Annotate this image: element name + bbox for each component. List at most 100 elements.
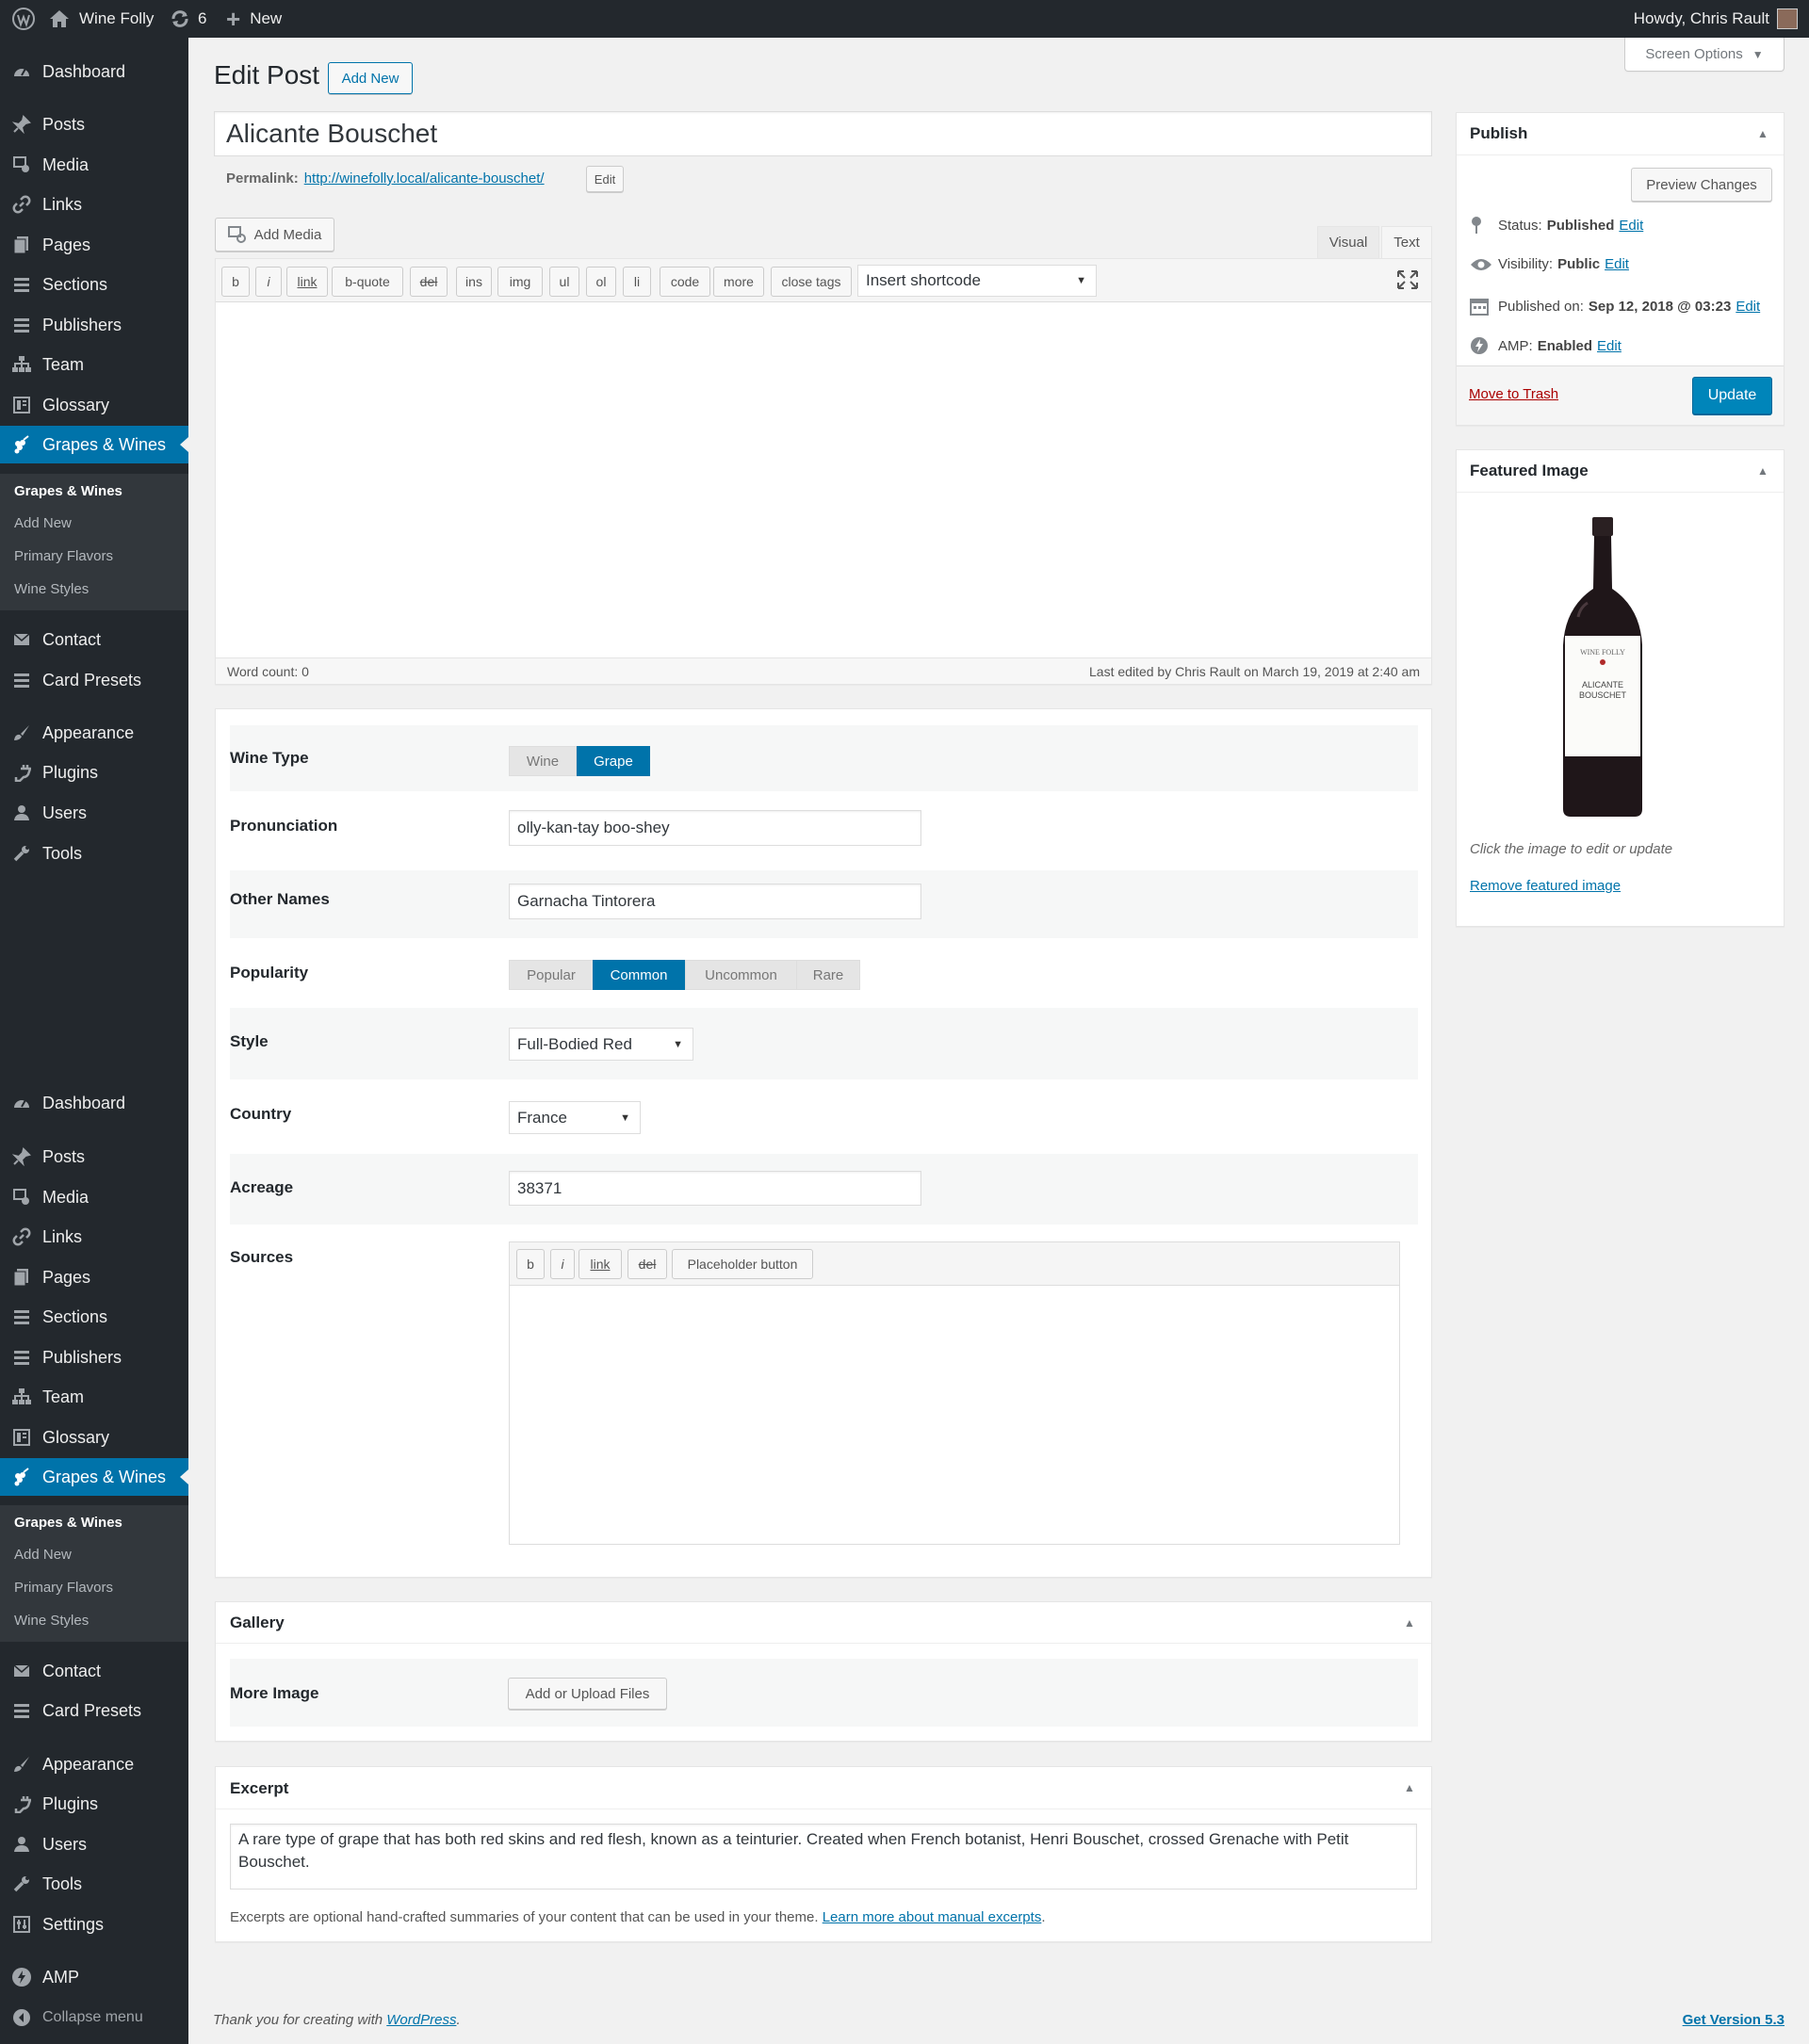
sources-tag-link-button[interactable]: link — [579, 1249, 622, 1279]
sidebar-item-card-presets[interactable]: Card Presets — [0, 661, 188, 699]
popularity-uncommon[interactable]: Uncommon — [685, 960, 797, 990]
excerpt-help-link[interactable]: Learn more about manual excerpts — [823, 1909, 1042, 1925]
fullscreen-icon[interactable] — [1396, 269, 1419, 295]
sidebar-item-publishers[interactable]: Publishers — [0, 306, 188, 344]
popularity-popular[interactable]: Popular — [509, 960, 594, 990]
quicktag-img-button[interactable]: img — [497, 267, 543, 297]
sidebar-item-users[interactable]: Users — [0, 794, 188, 832]
sidebar-item-card-presets[interactable]: Card Presets — [0, 1692, 188, 1729]
move-to-trash-link[interactable]: Move to Trash — [1469, 386, 1558, 402]
sidebar-item-dashboard[interactable]: Dashboard — [0, 53, 188, 90]
excerpt-textarea[interactable]: A rare type of grape that has both red s… — [230, 1824, 1417, 1890]
collapse-arrow-icon[interactable]: ▲ — [1757, 464, 1768, 478]
country-select[interactable]: France ▼ — [509, 1101, 641, 1134]
sidebar-item-sections[interactable]: Sections — [0, 1298, 188, 1336]
quicktag-del-button[interactable]: del — [410, 267, 448, 297]
quicktag-ol-button[interactable]: ol — [586, 267, 616, 297]
sidebar-item-team[interactable]: Team — [0, 1378, 188, 1416]
sources-tag-placeholder-button-button[interactable]: Placeholder button — [672, 1249, 813, 1279]
submenu-item-primary-flavors[interactable]: Primary Flavors — [14, 548, 113, 564]
screen-options-button[interactable]: Screen Options ▼ — [1624, 38, 1785, 72]
sidebar-item-grapes-and-wines[interactable]: Grapes & Wines — [0, 426, 188, 463]
quicktag-code-button[interactable]: code — [660, 267, 710, 297]
pronunciation-input[interactable]: olly-kan-tay boo-shey — [509, 810, 921, 846]
submenu-item-grapes-and-wines[interactable]: Grapes & Wines — [14, 1515, 122, 1531]
sources-tag-del-button[interactable]: del — [627, 1249, 667, 1279]
sidebar-item-posts[interactable]: Posts — [0, 1138, 188, 1176]
quicktag-more-button[interactable]: more — [713, 267, 764, 297]
sidebar-item-contact[interactable]: Contact — [0, 1652, 188, 1690]
add-media-button[interactable]: Add Media — [215, 218, 334, 251]
sidebar-item-glossary[interactable]: Glossary — [0, 1419, 188, 1456]
shortcode-select[interactable]: Insert shortcode ▼ — [857, 265, 1097, 297]
sidebar-item-grapes-and-wines[interactable]: Grapes & Wines — [0, 1458, 188, 1496]
collapse-arrow-icon[interactable]: ▲ — [1404, 1781, 1415, 1794]
wine-type-wine[interactable]: Wine — [509, 746, 577, 776]
add-upload-files-button[interactable]: Add or Upload Files — [508, 1678, 667, 1710]
wordpress-link[interactable]: WordPress — [386, 2012, 456, 2028]
post-title-input[interactable]: Alicante Bouschet — [214, 111, 1432, 156]
add-new-button[interactable]: Add New — [328, 62, 413, 94]
updates-link[interactable]: 6 — [170, 0, 206, 38]
update-button[interactable]: Update — [1692, 377, 1772, 414]
wordpress-logo-icon[interactable] — [11, 0, 36, 38]
sidebar-item-dashboard[interactable]: Dashboard — [0, 1084, 188, 1122]
sidebar-item-tools[interactable]: Tools — [0, 1865, 188, 1903]
sidebar-item-media[interactable]: Media — [0, 146, 188, 184]
sources-textarea[interactable] — [510, 1287, 1399, 1544]
collapse-arrow-icon[interactable]: ▲ — [1404, 1616, 1415, 1630]
sidebar-item-users[interactable]: Users — [0, 1825, 188, 1863]
sidebar-item-posts[interactable]: Posts — [0, 105, 188, 143]
sidebar-item-plugins[interactable]: Plugins — [0, 1785, 188, 1823]
sources-tag-b-button[interactable]: b — [516, 1249, 545, 1279]
popularity-rare[interactable]: Rare — [796, 960, 860, 990]
sidebar-item-pages[interactable]: Pages — [0, 1258, 188, 1296]
quicktag-close-tags-button[interactable]: close tags — [771, 267, 852, 297]
sidebar-item-collapse-menu[interactable]: Collapse menu — [0, 1999, 188, 2036]
sidebar-item-media[interactable]: Media — [0, 1178, 188, 1216]
quicktag-b-quote-button[interactable]: b-quote — [332, 267, 403, 297]
my-account-link[interactable]: Howdy, Chris Rault — [1634, 0, 1798, 38]
quicktag-link-button[interactable]: link — [286, 267, 328, 297]
quicktag-ins-button[interactable]: ins — [456, 267, 492, 297]
sidebar-item-sections[interactable]: Sections — [0, 266, 188, 303]
sidebar-item-appearance[interactable]: Appearance — [0, 714, 188, 752]
featured-image[interactable]: WINE FOLLY ALICANTE BOUSCHET — [1559, 513, 1646, 819]
submenu-item-wine-styles[interactable]: Wine Styles — [14, 1613, 89, 1629]
submenu-item-wine-styles[interactable]: Wine Styles — [14, 581, 89, 597]
preview-changes-button[interactable]: Preview Changes — [1631, 168, 1772, 202]
new-content-link[interactable]: + New — [226, 0, 282, 38]
submenu-item-add-new[interactable]: Add New — [14, 515, 72, 531]
sidebar-item-team[interactable]: Team — [0, 346, 188, 383]
style-select[interactable]: Full-Bodied Red ▼ — [509, 1028, 693, 1061]
sidebar-item-tools[interactable]: Tools — [0, 835, 188, 872]
sidebar-item-links[interactable]: Links — [0, 186, 188, 223]
visibility-edit-link[interactable]: Edit — [1605, 256, 1629, 272]
collapse-arrow-icon[interactable]: ▲ — [1757, 127, 1768, 140]
quicktag-i-button[interactable]: i — [255, 267, 282, 297]
permalink-edit-button[interactable]: Edit — [586, 166, 624, 192]
sidebar-item-amp[interactable]: AMP — [0, 1958, 188, 1996]
published-edit-link[interactable]: Edit — [1736, 299, 1760, 315]
sources-tag-i-button[interactable]: i — [550, 1249, 575, 1279]
popularity-common[interactable]: Common — [593, 960, 685, 990]
site-home-link[interactable]: Wine Folly — [49, 0, 154, 38]
sidebar-item-links[interactable]: Links — [0, 1218, 188, 1256]
other-names-input[interactable]: Garnacha Tintorera — [509, 884, 921, 919]
submenu-item-add-new[interactable]: Add New — [14, 1547, 72, 1563]
permalink-url[interactable]: http://winefolly.local/alicante-bouschet… — [304, 170, 545, 187]
status-edit-link[interactable]: Edit — [1619, 218, 1643, 234]
wine-type-grape[interactable]: Grape — [577, 746, 650, 776]
sidebar-item-glossary[interactable]: Glossary — [0, 386, 188, 424]
tab-visual[interactable]: Visual — [1317, 226, 1379, 258]
content-textarea[interactable] — [216, 303, 1431, 657]
quicktag-ul-button[interactable]: ul — [549, 267, 579, 297]
remove-featured-image-link[interactable]: Remove featured image — [1470, 878, 1621, 894]
submenu-item-primary-flavors[interactable]: Primary Flavors — [14, 1580, 113, 1596]
get-version-link[interactable]: Get Version 5.3 — [1683, 2012, 1785, 2028]
quicktag-li-button[interactable]: li — [623, 267, 651, 297]
acreage-input[interactable]: 38371 — [509, 1171, 921, 1206]
sidebar-item-appearance[interactable]: Appearance — [0, 1745, 188, 1783]
sidebar-item-plugins[interactable]: Plugins — [0, 754, 188, 791]
quicktag-b-button[interactable]: b — [221, 267, 250, 297]
